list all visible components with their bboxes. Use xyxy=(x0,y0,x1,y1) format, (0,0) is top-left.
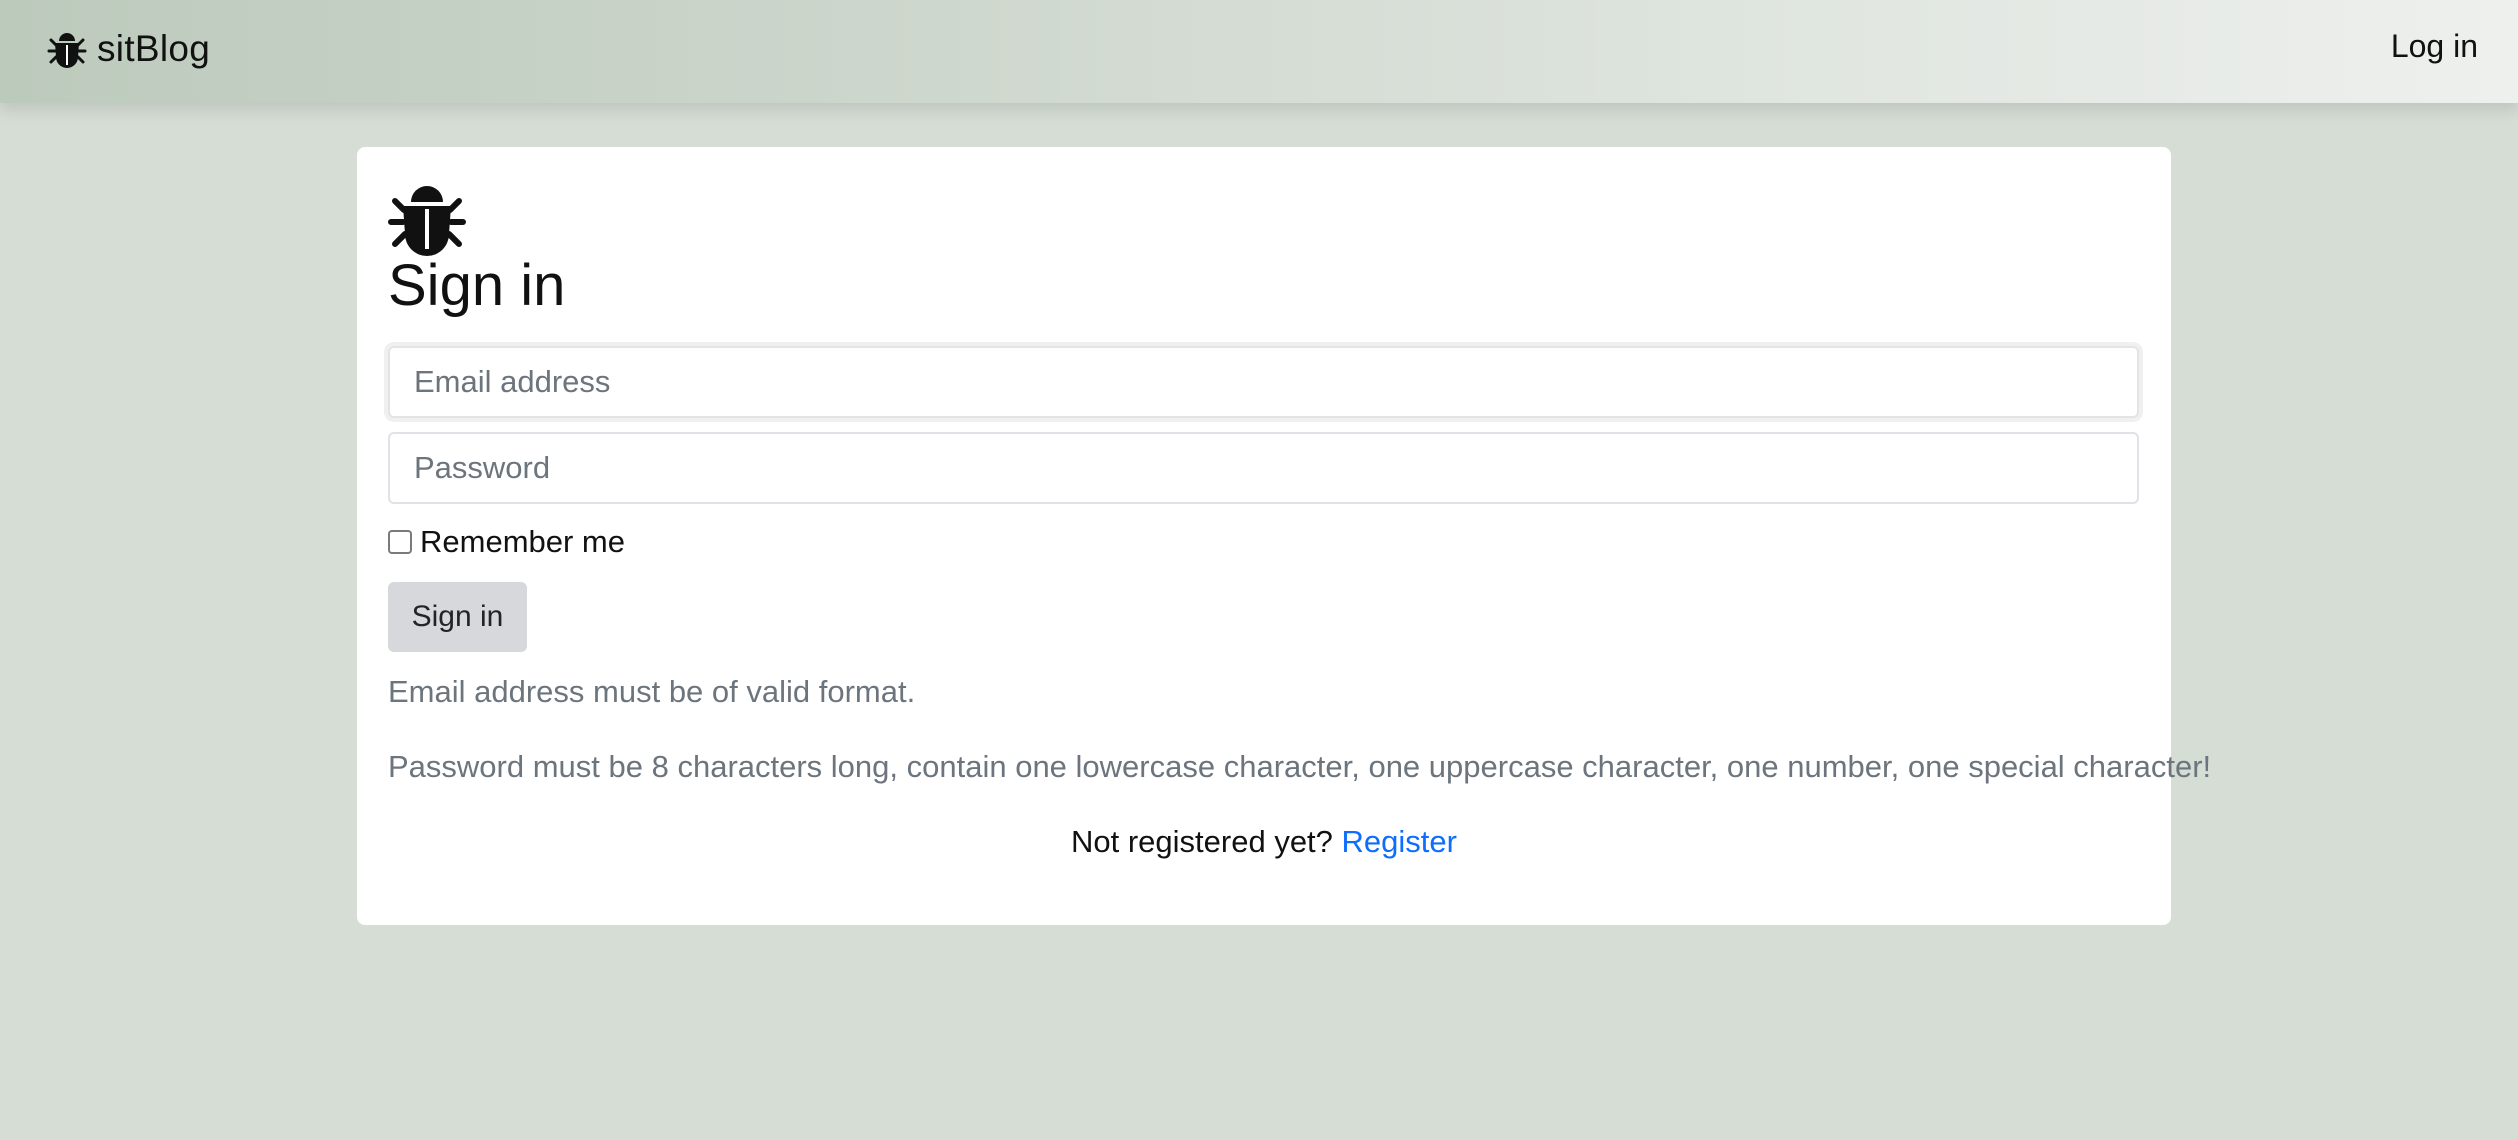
register-prompt: Not registered yet? xyxy=(1071,824,1333,859)
email-field[interactable] xyxy=(388,346,2139,418)
remember-me-label[interactable]: Remember me xyxy=(420,524,625,560)
password-hint: Password must be 8 characters long, cont… xyxy=(388,749,2212,784)
remember-me-checkbox[interactable] xyxy=(388,530,412,554)
email-hint: Email address must be of valid format. xyxy=(388,674,916,709)
bug-icon xyxy=(47,33,87,68)
bug-icon xyxy=(388,186,466,256)
brand-name: sitBlog xyxy=(97,28,211,69)
nav-login-link[interactable]: Log in xyxy=(2391,28,2478,65)
password-field[interactable] xyxy=(388,432,2139,504)
page-title: Sign in xyxy=(388,253,566,318)
signin-card: Sign in Remember me Sign in Email addres… xyxy=(357,147,2211,925)
register-link[interactable]: Register xyxy=(1342,824,1457,859)
register-line: Not registered yet? Register xyxy=(357,824,2171,860)
brand-link[interactable]: sitBlog xyxy=(47,24,210,74)
remember-me: Remember me xyxy=(388,524,625,560)
sign-in-button[interactable]: Sign in xyxy=(388,582,527,652)
navbar: sitBlog Log in xyxy=(0,0,2518,103)
